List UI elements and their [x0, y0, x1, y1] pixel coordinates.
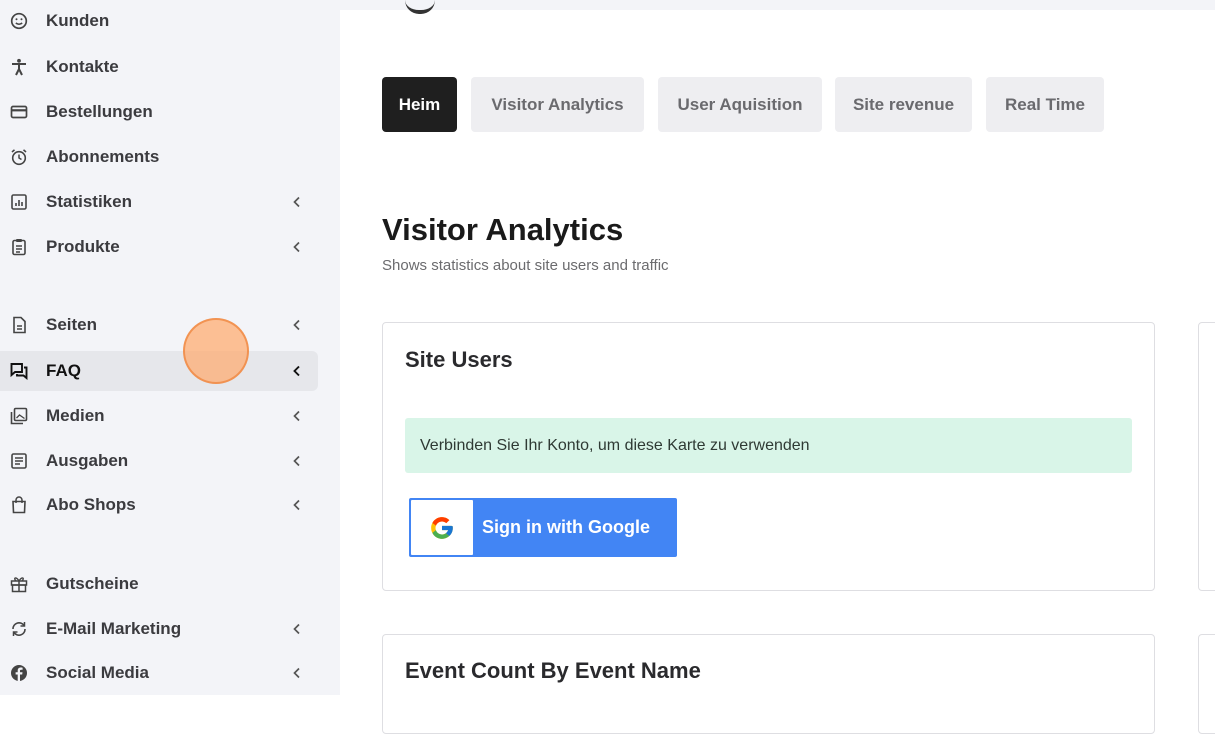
sidebar-item-ausgaben[interactable]: Ausgaben: [0, 441, 318, 481]
sidebar-item-label: Social Media: [46, 663, 149, 682]
chevron-left-icon[interactable]: [290, 364, 304, 378]
tab-user-aquisition[interactable]: User Aquisition: [658, 77, 822, 132]
sidebar-item-label: E-Mail Marketing: [46, 619, 182, 638]
bar-chart-icon: [10, 193, 28, 211]
sidebar-item-kunden[interactable]: Kunden: [0, 1, 318, 41]
document-icon: [10, 316, 28, 334]
google-sign-in-button[interactable]: Sign in with Google: [409, 498, 677, 557]
tab-site-revenue[interactable]: Site revenue: [835, 77, 972, 132]
chevron-left-icon[interactable]: [290, 409, 304, 423]
sidebar-item-medien[interactable]: Medien: [0, 396, 318, 436]
sidebar-item-label: Ausgaben: [46, 451, 129, 470]
sidebar-item-label: Produkte: [46, 237, 120, 256]
sidebar-item-label: Seiten: [46, 315, 98, 334]
person-accessibility-icon: [10, 58, 28, 76]
sidebar-item-statistiken[interactable]: Statistiken: [0, 182, 318, 222]
page-title: Visitor Analytics: [382, 212, 624, 247]
sidebar-item-label: Kontakte: [46, 57, 119, 76]
site-users-card: Site Users Verbinden Sie Ihr Konto, um d…: [382, 322, 1155, 591]
image-gallery-icon: [10, 407, 28, 425]
clipboard-icon: [10, 238, 28, 256]
sidebar-item-gutscheine[interactable]: Gutscheine: [0, 564, 318, 604]
click-indicator: [183, 318, 249, 384]
side-card-partial: [1198, 634, 1215, 734]
google-logo-icon: [411, 500, 473, 555]
chevron-left-icon[interactable]: [290, 318, 304, 332]
alarm-clock-icon: [10, 148, 28, 166]
event-count-card: Event Count By Event Name: [382, 634, 1155, 734]
google-button-label: Sign in with Google: [482, 517, 650, 537]
tab-real-time[interactable]: Real Time: [986, 77, 1104, 132]
sidebar-item-faq[interactable]: FAQ: [0, 351, 318, 391]
sidebar-item-label: Abo Shops: [46, 495, 136, 514]
tab-visitor-analytics[interactable]: Visitor Analytics: [471, 77, 644, 132]
chevron-left-icon[interactable]: [290, 240, 304, 254]
chevron-left-icon[interactable]: [290, 498, 304, 512]
sidebar-item-label: Kunden: [46, 11, 110, 30]
chat-bubbles-icon: [10, 362, 28, 380]
side-card-partial: [1198, 322, 1215, 591]
sidebar-item-kontakte[interactable]: Kontakte: [0, 47, 318, 87]
smile-face-icon: [10, 12, 28, 30]
connect-account-alert: Verbinden Sie Ihr Konto, um diese Karte …: [405, 418, 1132, 473]
credit-card-icon: [10, 103, 28, 121]
card-title: Site Users: [405, 347, 513, 372]
alert-text: Verbinden Sie Ihr Konto, um diese Karte …: [420, 436, 810, 454]
sidebar-item-social-media[interactable]: Social Media: [0, 653, 318, 693]
chevron-left-icon[interactable]: [290, 622, 304, 636]
card-title: Event Count By Event Name: [405, 658, 701, 683]
sidebar-item-abonnements[interactable]: Abonnements: [0, 137, 318, 177]
refresh-arrows-icon: [10, 620, 28, 638]
chevron-left-icon[interactable]: [290, 195, 304, 209]
shopping-bag-icon: [10, 496, 28, 514]
sidebar-item-label: Bestellungen: [46, 102, 153, 121]
sidebar-item-seiten[interactable]: Seiten: [0, 305, 318, 345]
sidebar-item-label: Abonnements: [46, 147, 160, 166]
sidebar-item-abo-shops[interactable]: Abo Shops: [0, 485, 318, 525]
tab-heim[interactable]: Heim: [382, 77, 457, 132]
gift-icon: [10, 575, 28, 593]
facebook-icon: [10, 664, 28, 682]
sidebar-item-bestellungen[interactable]: Bestellungen: [0, 92, 318, 132]
sidebar: Kunden Kontakte Bestellungen Abonnements…: [0, 0, 340, 695]
sidebar-item-label: Medien: [46, 406, 105, 425]
sidebar-item-e-mail-marketing[interactable]: E-Mail Marketing: [0, 609, 318, 649]
page-subtitle: Shows statistics about site users and tr…: [382, 257, 669, 274]
sidebar-item-label: Gutscheine: [46, 574, 139, 593]
sidebar-item-label: Statistiken: [46, 192, 132, 211]
sidebar-item-produkte[interactable]: Produkte: [0, 227, 318, 267]
logo: [405, 0, 435, 14]
sidebar-item-label: FAQ: [46, 361, 81, 380]
chevron-left-icon[interactable]: [290, 454, 304, 468]
chevron-left-icon[interactable]: [290, 666, 304, 680]
list-document-icon: [10, 452, 28, 470]
